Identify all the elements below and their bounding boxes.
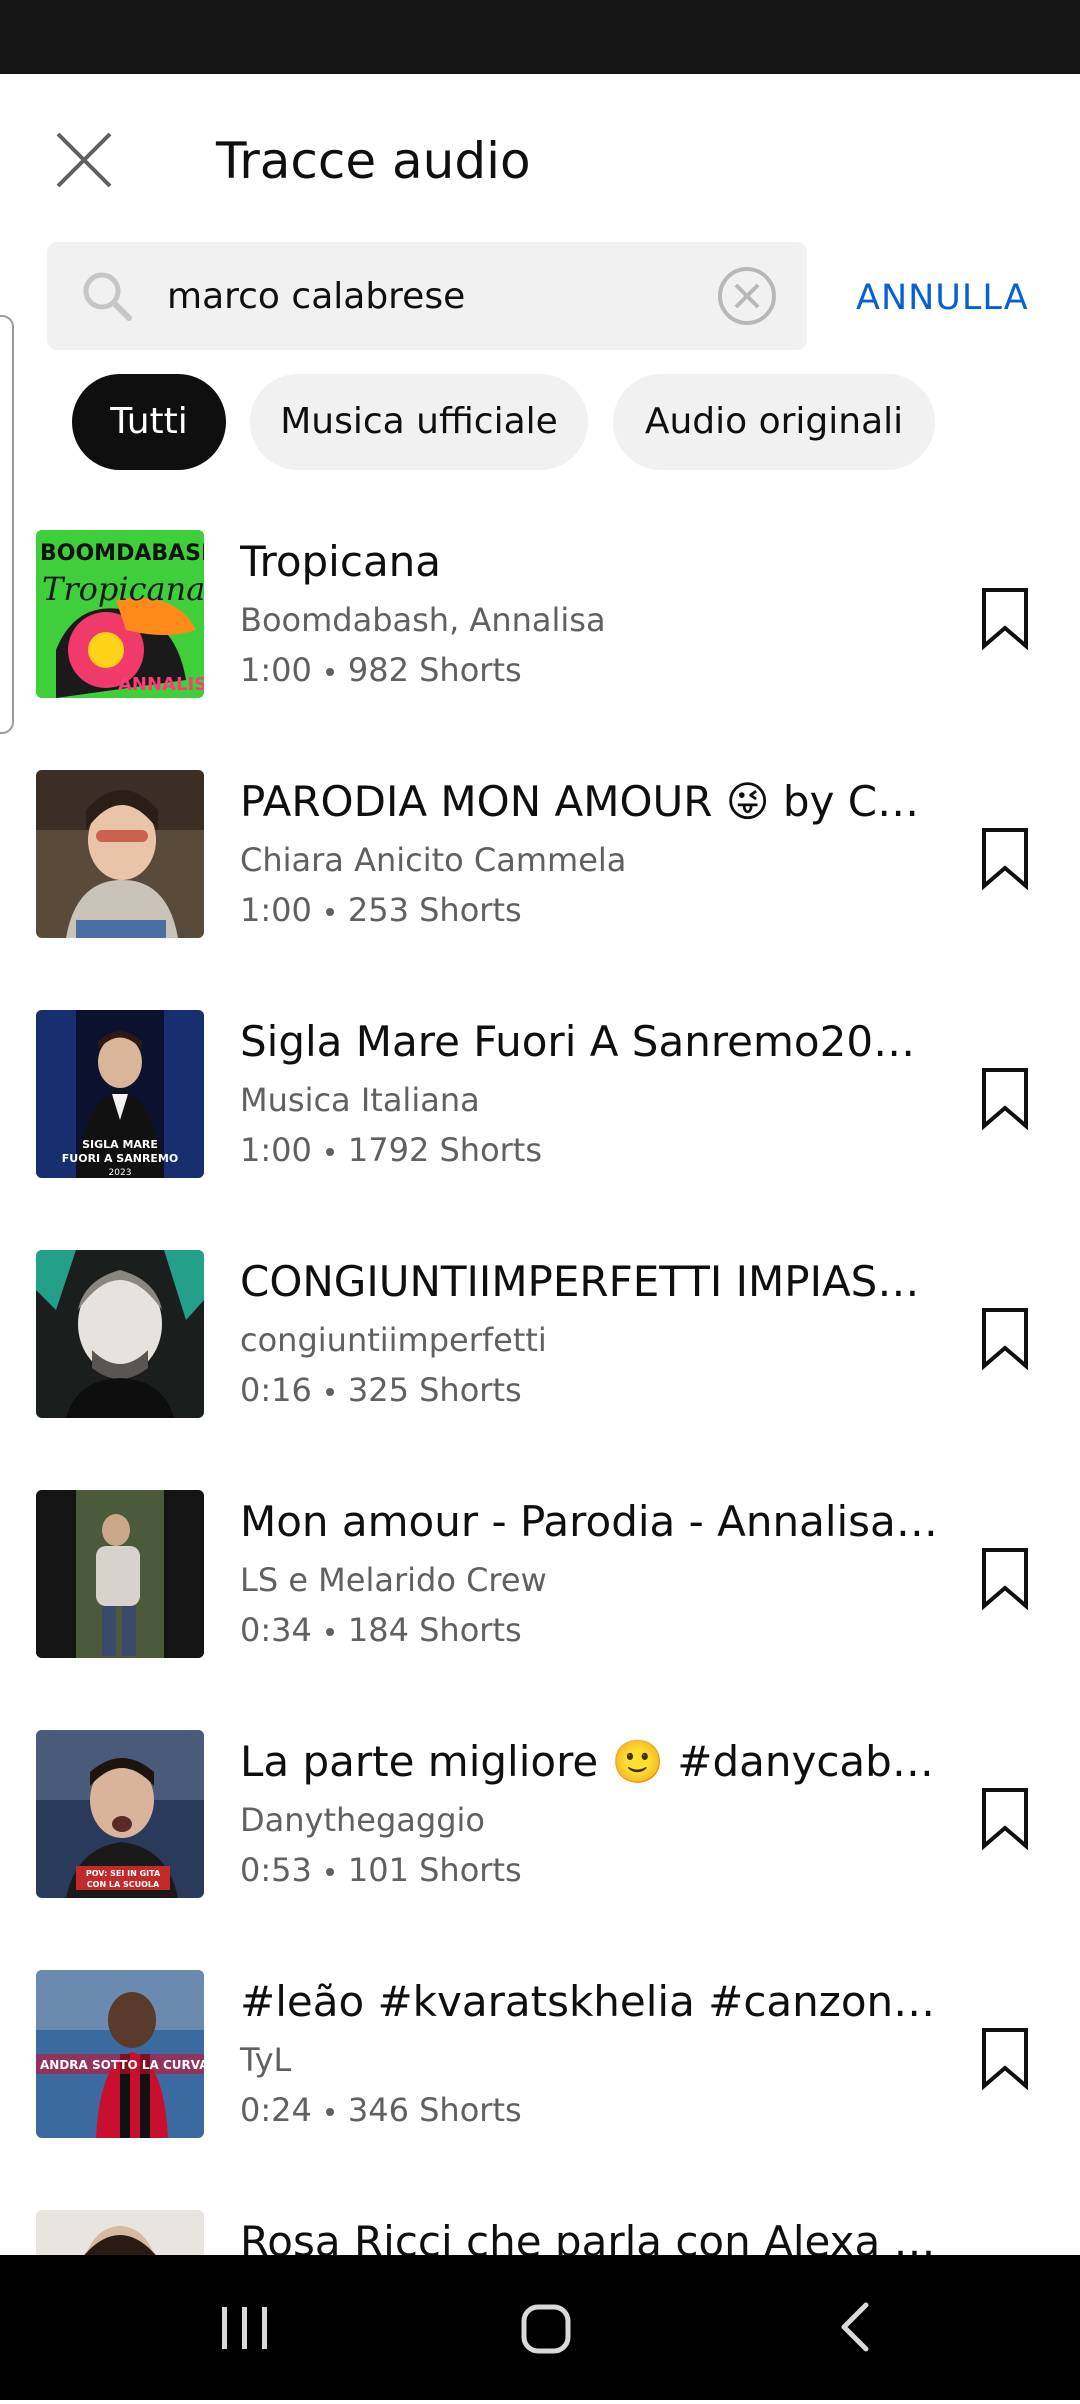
track-thumbnail (36, 770, 204, 938)
track-title: Rosa Ricci che parla con Alexa Ricci (240, 2217, 940, 2255)
bookmark-icon[interactable] (980, 2026, 1030, 2090)
track-duration: 0:24 (240, 2091, 312, 2129)
bookmark-icon[interactable] (980, 1066, 1030, 1130)
track-artist: Musica Italiana (240, 1081, 480, 1119)
track-title: Tropicana (240, 537, 442, 586)
track-duration: 0:34 (240, 1611, 312, 1649)
track-meta: 0:16 325 Shorts (240, 1368, 522, 1412)
separator-dot (325, 1868, 334, 1876)
track-thumbnail: SIGLA MARE FUORI A SANREMO 2023 (36, 1010, 204, 1178)
chip-audio-originali[interactable]: Audio originali (613, 374, 935, 470)
track-artist: TyL (240, 2041, 292, 2079)
list-item[interactable]: POV: SEI IN GITA CON LA SCUOLA La parte … (0, 1690, 1080, 1930)
track-title: Sigla Mare Fuori A Sanremo2023... (240, 1017, 940, 1066)
track-title: #leão #kvaratskhelia #canzone #... (240, 1977, 940, 2026)
list-item[interactable]: SIGLA MARE FUORI A SANREMO 2023 Sigla Ma… (0, 970, 1080, 1210)
track-thumbnail (36, 1250, 204, 1418)
search-input[interactable] (167, 242, 727, 350)
track-thumbnail: POV: SEI IN GITA CON LA SCUOLA (36, 1730, 204, 1898)
svg-text:2023: 2023 (109, 1168, 132, 1178)
recent-apps-icon (222, 2307, 267, 2349)
track-thumbnail: ANDRA SOTTO LA CURVA (36, 1970, 204, 2138)
separator-dot (325, 668, 334, 676)
clear-icon[interactable] (715, 264, 779, 328)
search-box[interactable] (47, 242, 807, 350)
track-artist: LS e Melarido Crew (240, 1561, 547, 1599)
home-button[interactable] (470, 2255, 620, 2400)
bookmark-icon[interactable] (980, 1306, 1030, 1370)
track-meta: 0:24 346 Shorts (240, 2088, 522, 2132)
status-bar (0, 0, 1080, 74)
home-icon (521, 2304, 571, 2354)
bookmark-icon[interactable] (980, 1786, 1030, 1850)
track-title: La parte migliore 🙂 #danycabras ... (240, 1737, 940, 1786)
track-artist: congiuntiimperfetti (240, 1321, 547, 1359)
track-meta: 1:00 1792 Shorts (240, 1128, 542, 1172)
track-duration: 1:00 (240, 891, 312, 929)
svg-text:FUORI A SANREMO: FUORI A SANREMO (62, 1152, 178, 1165)
track-duration: 0:16 (240, 1371, 312, 1409)
bookmark-icon[interactable] (980, 826, 1030, 890)
svg-text:Tropicana: Tropicana (42, 570, 204, 608)
track-shorts-count: 253 Shorts (347, 891, 522, 929)
svg-text:CON LA SCUOLA: CON LA SCUOLA (87, 1880, 160, 1889)
svg-text:SIGLA MARE: SIGLA MARE (82, 1138, 158, 1151)
cancel-button[interactable]: ANNULLA (856, 270, 1029, 326)
track-shorts-count: 346 Shorts (347, 2091, 522, 2129)
list-item[interactable]: ANDRA SOTTO LA CURVA #leão #kvaratskheli… (0, 1930, 1080, 2170)
header: Tracce audio (0, 74, 1080, 224)
search-icon (83, 272, 132, 321)
track-shorts-count: 1792 Shorts (347, 1131, 543, 1169)
svg-text:BOOMDABASH: BOOMDABASH (40, 541, 204, 566)
svg-text:ANDRA SOTTO LA CURVA: ANDRA SOTTO LA CURVA (40, 2058, 204, 2072)
page-title: Tracce audio (216, 132, 531, 190)
separator-dot (325, 908, 334, 916)
back-icon (841, 2302, 869, 2352)
system-nav-bar (0, 2255, 1080, 2400)
track-list: BOOMDABASH Tropicana ANNALISA Tropicana … (0, 490, 1080, 2255)
list-item[interactable]: Rosa Ricci che parla con Alexa Ricci (0, 2170, 1080, 2255)
track-thumbnail: BOOMDABASH Tropicana ANNALISA (36, 530, 204, 698)
track-title: Mon amour - Parodia - Annalisa #... (240, 1497, 940, 1546)
list-item[interactable]: Mon amour - Parodia - Annalisa #... LS e… (0, 1450, 1080, 1690)
svg-text:ANNALISA: ANNALISA (118, 674, 204, 695)
track-shorts-count: 325 Shorts (347, 1371, 522, 1409)
bookmark-icon[interactable] (980, 1546, 1030, 1610)
track-thumbnail (36, 2210, 204, 2255)
svg-text:POV: SEI IN GITA: POV: SEI IN GITA (86, 1869, 161, 1878)
back-button[interactable] (780, 2255, 930, 2400)
separator-dot (325, 1148, 334, 1156)
track-meta: 1:00 253 Shorts (240, 888, 522, 932)
list-item[interactable]: CONGIUNTIIMPERFETTI IMPIASTR... congiunt… (0, 1210, 1080, 1450)
track-shorts-count: 982 Shorts (347, 651, 522, 689)
track-meta: 0:53 101 Shorts (240, 1848, 522, 1892)
track-duration: 1:00 (240, 651, 312, 689)
track-shorts-count: 101 Shorts (347, 1851, 522, 1889)
chip-tutti[interactable]: Tutti (72, 374, 226, 470)
track-duration: 0:53 (240, 1851, 312, 1889)
recent-apps-button[interactable] (170, 2255, 320, 2400)
track-title: CONGIUNTIIMPERFETTI IMPIASTR... (240, 1257, 940, 1306)
close-icon (56, 132, 112, 188)
track-thumbnail (36, 1490, 204, 1658)
track-artist: Boomdabash, Annalisa (240, 601, 606, 639)
track-artist: Danythegaggio (240, 1801, 485, 1839)
list-item[interactable]: BOOMDABASH Tropicana ANNALISA Tropicana … (0, 490, 1080, 730)
separator-dot (325, 1388, 334, 1396)
track-shorts-count: 184 Shorts (347, 1611, 522, 1649)
separator-dot (325, 2108, 334, 2116)
track-meta: 1:00 982 Shorts (240, 648, 522, 692)
bookmark-icon[interactable] (980, 586, 1030, 650)
track-artist: Chiara Anicito Cammela (240, 841, 627, 879)
track-meta: 0:34 184 Shorts (240, 1608, 522, 1652)
track-title: PARODIA MON AMOUR 😜 by CA... (240, 777, 940, 826)
separator-dot (325, 1628, 334, 1636)
close-button[interactable] (50, 126, 118, 194)
chip-musica-ufficiale[interactable]: Musica ufficiale (250, 374, 588, 470)
list-item[interactable]: PARODIA MON AMOUR 😜 by CA... Chiara Anic… (0, 730, 1080, 970)
track-duration: 1:00 (240, 1131, 312, 1169)
